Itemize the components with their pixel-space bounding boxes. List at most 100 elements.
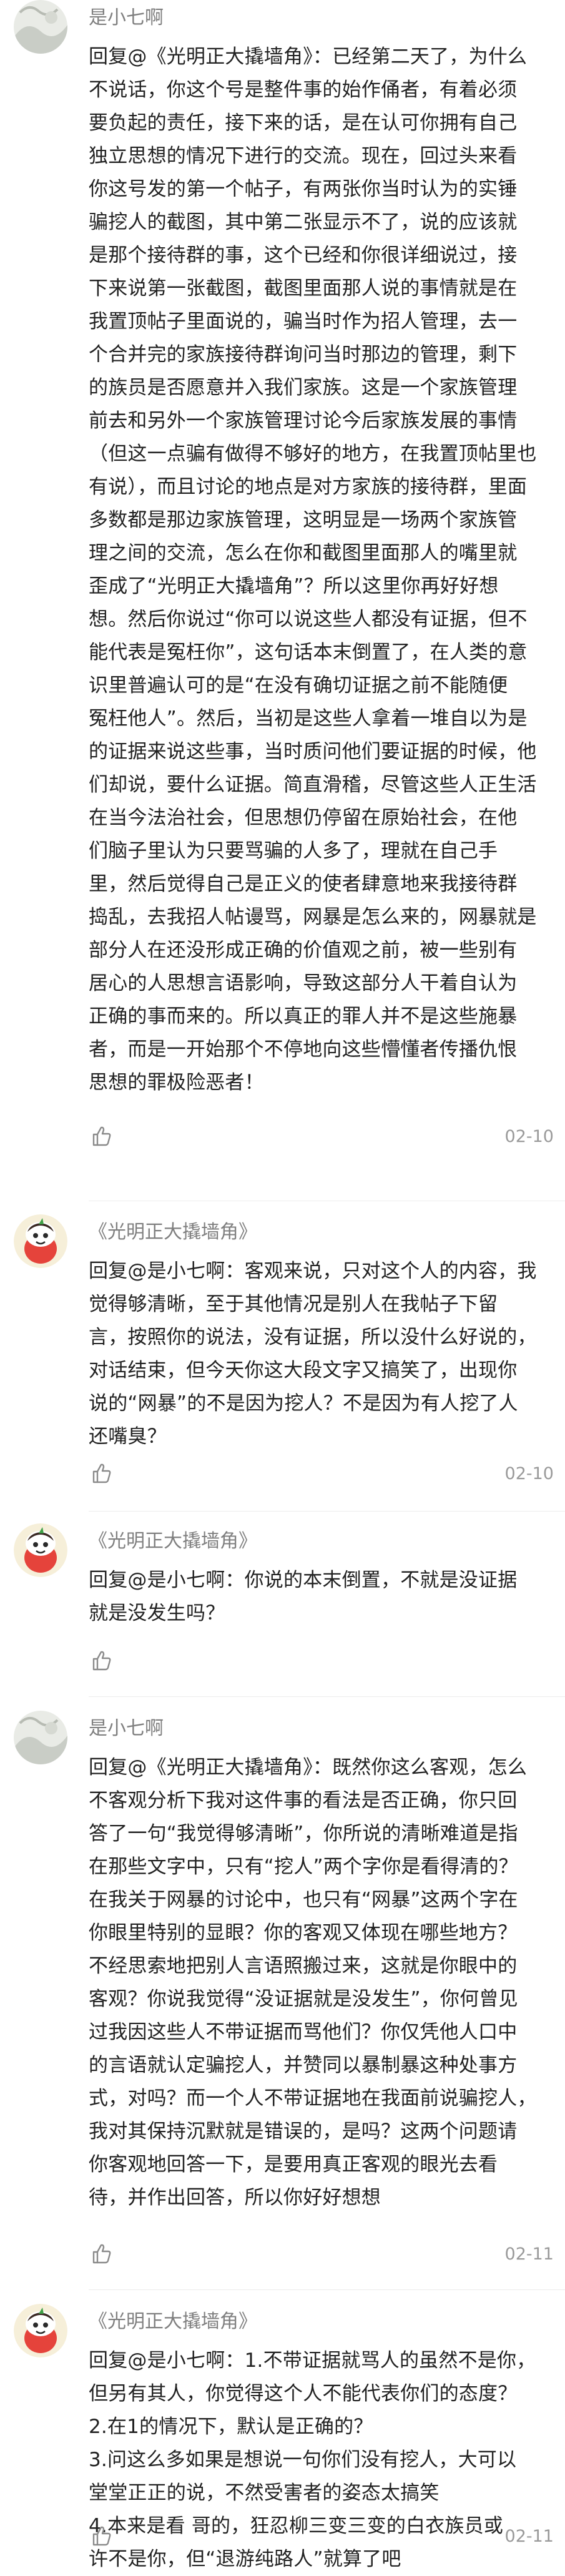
comment-item: 《光明正大撬墙角》 回复@是小七啊：你说的本末倒置，不就是没证据 就是没发生吗？ — [0, 1523, 565, 1697]
comment-date: 02-10 — [504, 1464, 554, 1483]
reply-mention-link[interactable]: @是小七啊 — [127, 2349, 225, 2372]
comment-line: 答了一句“我觉得够清晰”，你所说的清晰难道是指 — [89, 1822, 518, 1845]
comment-line: 部分人在还没形成正确的价值观之前，被一些别有 — [89, 939, 518, 961]
comment-line: 我置顶帖子里面说的，骗当时作为招人管理，去一 — [89, 310, 518, 333]
comment-item: 是小七啊 回复@《光明正大撬墙角》：已经第二天了，为什么 不说话，你这个号是整件… — [0, 0, 565, 1202]
avatar[interactable] — [14, 0, 67, 54]
comment-username[interactable]: 是小七啊 — [89, 1717, 164, 1741]
comment-line-text: ：已经第二天了，为什么 — [312, 46, 528, 68]
comment-line: 有说），而且讨论的地点是对方家族的接待群，里面 — [89, 476, 528, 498]
comment-line: 不说话，你这个号是整件事的始作俑者，有着必须 — [89, 79, 518, 101]
comment-username[interactable]: 《光明正大撬墙角》 — [89, 2310, 257, 2334]
divider — [89, 1696, 565, 1697]
comment-line: 的证据来说这些事，当时质问他们要证据的时候，他 — [89, 740, 537, 763]
comment-line: 回复@《光明正大撬墙角》：已经第二天了，为什么 — [89, 41, 554, 74]
comment-line: 的言语就认定骗挖人，并赞同以暴制暴这种处事方 — [89, 2054, 518, 2077]
comment-line: 在当今法治社会，但思想仍停留在原始社会，在他 — [89, 807, 518, 829]
comment-date: 02-11 — [504, 2527, 554, 2546]
reply-mention-link[interactable]: @是小七啊 — [127, 1569, 225, 1591]
comment-line: 下来说第一张截图，截图里面那人说的事情就是在 — [89, 277, 518, 300]
comment-line: 思想的罪极险恶者！ — [89, 1071, 264, 1094]
comment-line: 你眼里特别的显眼？你的客观又体现在哪些地方？ — [89, 1922, 518, 1944]
comment-line: 就是没发生吗？ — [89, 1602, 225, 1625]
comment-line: 2.在1的情况下，默认是正确的？ — [89, 2416, 373, 2438]
comment-body: 回复@《光明正大撬墙角》：既然你这么客观，怎么 不客观分析下我对这件事的看法是否… — [89, 1751, 554, 2215]
cartoon-mascot-avatar-icon — [14, 1214, 67, 1268]
comment-username[interactable]: 是小七啊 — [89, 6, 164, 30]
comment-line: 要负起的责任，接下来的话，是在认可你拥有自己 — [89, 112, 518, 134]
comment-footer — [89, 1648, 554, 1679]
comment-line: 客观？你说我觉得“没证据就是没发生”，你何曾见 — [89, 1988, 518, 2010]
reply-mention-link[interactable]: @是小七啊 — [127, 1260, 225, 1282]
comment-item: 《光明正大撬墙角》 回复@是小七啊：1.不带证据就骂人的虽然不是你， 但另有其人… — [0, 2304, 565, 2570]
divider — [89, 1511, 565, 1512]
comment-line: 是那个接待群的事，这个已经和你很详细说过，接 — [89, 244, 518, 267]
comment-date: 02-11 — [504, 2244, 554, 2264]
comment-line: 我对其保持沉默就是错误的，是吗？这两个问题请 — [89, 2120, 518, 2143]
like-button[interactable] — [89, 2524, 114, 2549]
comment-line: 者，而是一开始那个不停地向这些懵懂者传播仇恨 — [89, 1038, 518, 1061]
reply-mention-link[interactable]: @《光明正大撬墙角》 — [127, 1756, 313, 1779]
avatar[interactable] — [14, 1214, 67, 1268]
comment-line: 言，按照你的说法，没有证据，所以没什么好说的， — [89, 1326, 537, 1349]
comment-item: 是小七啊 回复@《光明正大撬墙角》：既然你这么客观，怎么 不客观分析下我对这件事… — [0, 1711, 565, 2290]
comment-line: 冤枉他人”。然后，当初是这些人拿着一堆自以为是 — [89, 707, 528, 730]
comment-footer: 02-11 — [89, 2241, 554, 2273]
thumbs-up-icon — [92, 1651, 111, 1671]
avatar[interactable] — [14, 1523, 67, 1577]
reply-prefix: 回复 — [89, 1569, 128, 1591]
comment-footer: 02-11 — [89, 2524, 554, 2555]
comment-line: 们脑子里认为只要骂骗的人多了，理就在自己手 — [89, 840, 498, 862]
comment-line: 们却说，要什么证据。简直滑稽，尽管这些人正生活 — [89, 774, 537, 796]
comment-item: 《光明正大撬墙角》 回复@是小七啊：客观来说，只对这个人的内容，我 觉得够清晰，… — [0, 1214, 565, 1512]
reply-mention-link[interactable]: @《光明正大撬墙角》 — [127, 46, 313, 68]
reply-prefix: 回复 — [89, 46, 128, 68]
thumbs-up-icon — [92, 2526, 111, 2546]
comment-line: 回复@是小七啊：1.不带证据就骂人的虽然不是你， — [89, 2344, 554, 2377]
like-button[interactable] — [89, 1648, 114, 1673]
comment-line: 式，对吗？而一个人不带证据地在我面前说骗挖人， — [89, 2087, 537, 2110]
comment-line: 里，然后觉得自己是正义的使者肆意地来我接待群 — [89, 873, 518, 895]
comment-username[interactable]: 《光明正大撬墙角》 — [89, 1530, 257, 1553]
comment-line: 能代表是冤枉你”，这句话本末倒置了，在人类的意 — [89, 641, 528, 664]
comment-line: 回复@是小七啊：你说的本末倒置，不就是没证据 — [89, 1564, 554, 1597]
comment-line: 待，并作出回答，所以你好好想想 — [89, 2186, 381, 2209]
comment-line: 你客观地回答一下，是要用真正客观的眼光去看 — [89, 2153, 498, 2176]
comment-line: 在我关于网暴的讨论中，也只有“网暴”这两个字在 — [89, 1889, 518, 1911]
avatar[interactable] — [14, 1711, 67, 1764]
comment-body: 回复@《光明正大撬墙角》：已经第二天了，为什么 不说话，你这个号是整件事的始作俑… — [89, 41, 554, 1099]
avatar-image-icon — [14, 0, 67, 54]
comment-line: 歪成了“光明正大撬墙角”？所以这里你再好好想 — [89, 575, 499, 597]
reply-prefix: 回复 — [89, 1756, 128, 1779]
comment-line: 多数都是那边家族管理，这明显是一场两个家族管 — [89, 509, 518, 531]
comment-footer: 02-10 — [89, 1461, 554, 1492]
thumbs-up-icon — [92, 1126, 111, 1146]
comment-line: 个合并完的家族接待群询问当时那边的管理，剩下 — [89, 343, 518, 366]
comment-body: 回复@是小七啊：客观来说，只对这个人的内容，我 觉得够清晰，至于其他情况是别人在… — [89, 1255, 554, 1453]
like-button[interactable] — [89, 2241, 114, 2266]
comment-body: 回复@是小七啊：你说的本末倒置，不就是没证据 就是没发生吗？ — [89, 1564, 554, 1630]
comment-line: 不经思索地把别人言语照搬过来，这就是你眼中的 — [89, 1955, 518, 1977]
comment-line: 你这号发的第一个帖子，有两张你当时认为的实锤 — [89, 178, 518, 200]
avatar[interactable] — [14, 2304, 67, 2357]
comment-line: 还嘴臭？ — [89, 1425, 167, 1448]
comment-line: 独立思想的情况下进行的交流。现在，回过头来看 — [89, 145, 518, 167]
comment-line: 过我因这些人不带证据而骂他们？你仅凭他人口中 — [89, 2021, 518, 2043]
comment-username[interactable]: 《光明正大撬墙角》 — [89, 1221, 257, 1244]
comment-footer: 02-10 — [89, 1124, 554, 1155]
comment-line: 理之间的交流，怎么在你和截图里面那人的嘴里就 — [89, 542, 518, 564]
comment-line: 居心的人思想言语影响，导致这部分人干着自认为 — [89, 972, 518, 995]
avatar-image-icon — [14, 1711, 67, 1764]
comment-line: 对话结束，但今天你这大段文字又搞笑了，出现你 — [89, 1359, 518, 1382]
like-button[interactable] — [89, 1124, 114, 1149]
comment-date: 02-10 — [504, 1127, 554, 1146]
divider — [89, 2289, 565, 2290]
like-button[interactable] — [89, 1461, 114, 1486]
cartoon-mascot-avatar-icon — [14, 2304, 67, 2357]
comment-line: 骗挖人的截图，其中第二张显示不了，说的应该就 — [89, 211, 518, 234]
comment-line: （但这一点骗有做得不够好的地方，在我置顶帖里也 — [89, 443, 537, 465]
cartoon-mascot-avatar-icon — [14, 1523, 67, 1577]
thumbs-up-icon — [92, 1463, 111, 1483]
comment-line-text: ：1.不带证据就骂人的虽然不是你， — [225, 2349, 536, 2372]
comment-line: 前去和另外一个家族管理讨论今后家族发展的事情 — [89, 410, 518, 432]
